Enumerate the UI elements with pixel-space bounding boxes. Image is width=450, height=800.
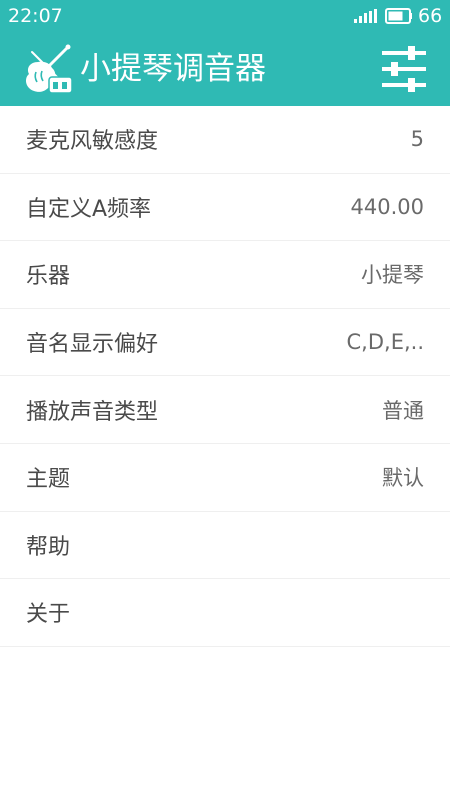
setting-note-name-preference[interactable]: 音名显示偏好 C,D,E,.. [0, 309, 450, 377]
setting-custom-a-frequency[interactable]: 自定义A频率 440.00 [0, 174, 450, 242]
app-bar: 小提琴调音器 [0, 32, 450, 106]
setting-value: 普通 [382, 398, 424, 423]
setting-label: 音名显示偏好 [26, 332, 159, 358]
setting-label: 关于 [26, 602, 71, 628]
sliders-icon[interactable] [378, 44, 430, 94]
setting-mic-sensitivity[interactable]: 麦克风敏感度 5 [0, 106, 450, 174]
setting-about[interactable]: 关于 [0, 579, 450, 647]
signal-icon [354, 9, 377, 23]
status-time: 22:07 [8, 5, 63, 27]
app-title: 小提琴调音器 [80, 51, 266, 87]
settings-list: 麦克风敏感度 5 自定义A频率 440.00 乐器 小提琴 音名显示偏好 C,D… [0, 106, 450, 647]
setting-playback-sound-type[interactable]: 播放声音类型 普通 [0, 376, 450, 444]
setting-label: 乐器 [26, 264, 71, 290]
setting-label: 帮助 [26, 534, 71, 560]
setting-value: 440.00 [350, 194, 424, 219]
battery-level: 66 [418, 5, 443, 27]
setting-value: 默认 [382, 466, 424, 491]
setting-label: 主题 [26, 467, 71, 493]
violin-icon [26, 44, 73, 94]
setting-value: C,D,E,.. [346, 330, 424, 355]
setting-instrument[interactable]: 乐器 小提琴 [0, 241, 450, 309]
setting-help[interactable]: 帮助 [0, 512, 450, 580]
setting-label: 自定义A频率 [26, 196, 152, 222]
setting-label: 麦克风敏感度 [26, 129, 159, 155]
status-bar: 22:07 66 [0, 0, 450, 32]
setting-value: 5 [410, 127, 424, 152]
header: 22:07 66 小提琴调音器 [0, 0, 450, 106]
setting-value: 小提琴 [361, 263, 424, 288]
setting-theme[interactable]: 主题 默认 [0, 444, 450, 512]
battery-icon [385, 8, 412, 24]
setting-label: 播放声音类型 [26, 399, 159, 425]
